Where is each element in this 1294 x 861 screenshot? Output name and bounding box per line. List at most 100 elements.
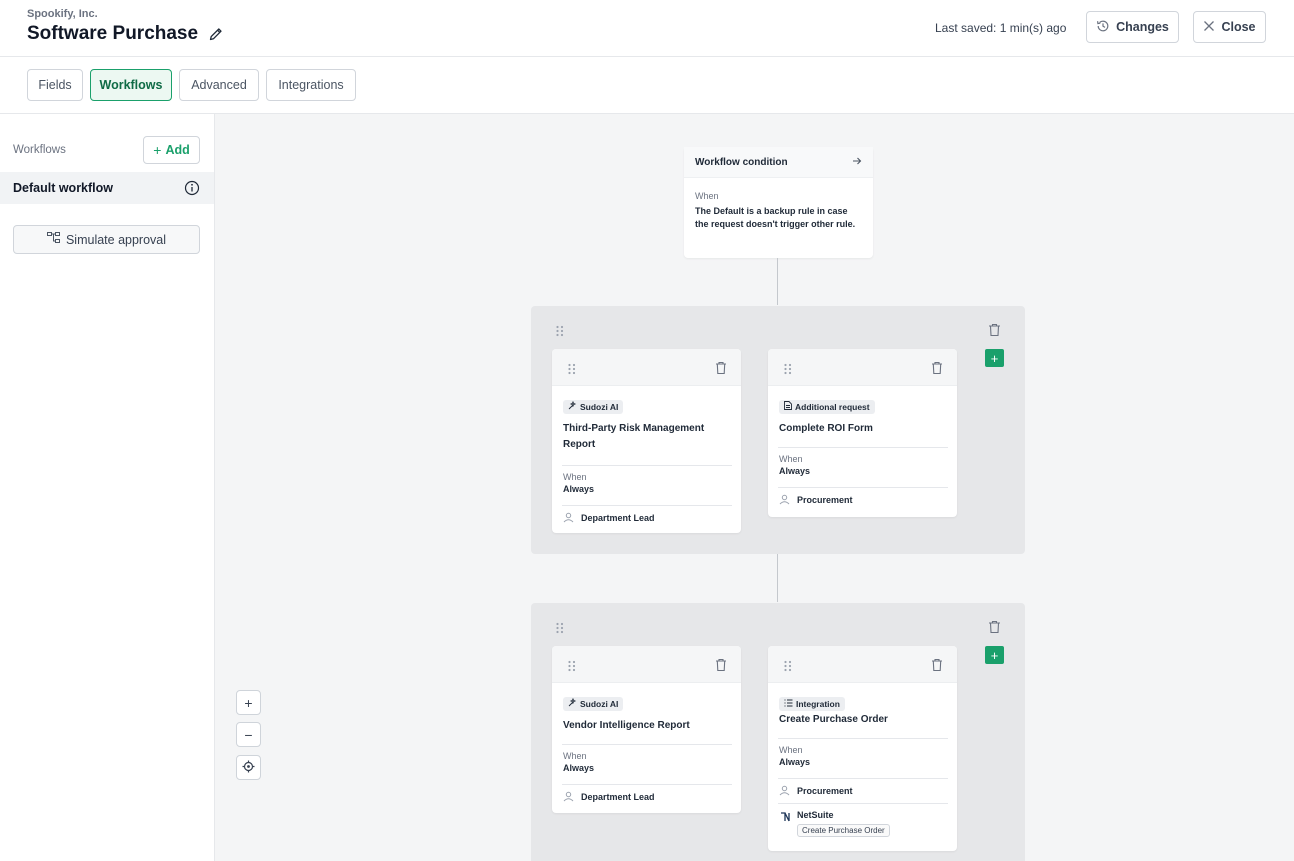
delete-group-icon[interactable] <box>988 620 1001 634</box>
add-step-button[interactable]: + <box>985 646 1004 664</box>
when-label: When <box>563 751 587 761</box>
workflow-condition-card[interactable]: Workflow condition When The Default is a… <box>684 147 873 258</box>
simulate-label: Simulate approval <box>65 232 167 247</box>
integration-action-pill: Create Purchase Order <box>797 824 890 837</box>
drag-handle-icon[interactable] <box>555 324 565 337</box>
divider <box>562 744 732 745</box>
step-card-roi-form[interactable]: Additional request Complete ROI Form Whe… <box>768 349 957 517</box>
workflows-section-label: Workflows <box>13 144 66 156</box>
document-icon <box>784 401 792 412</box>
step-title: Third-Party Risk Management Report <box>563 423 705 450</box>
when-value: Always <box>779 466 811 476</box>
flow-icon <box>46 232 60 247</box>
tab-workflows[interactable]: Workflows <box>90 69 172 101</box>
when-label: When <box>779 454 803 464</box>
drag-handle-icon[interactable] <box>783 659 793 672</box>
user-icon <box>779 494 790 507</box>
divider <box>778 738 948 739</box>
sparkle-icon <box>568 400 577 412</box>
assignee-name: Procurement <box>797 495 853 505</box>
card-toolbar <box>552 349 741 386</box>
delete-step-icon[interactable] <box>931 658 943 672</box>
step-type-badge: Integration <box>779 697 845 711</box>
target-icon <box>242 760 255 776</box>
workflow-item-label: Default workflow <box>13 181 114 195</box>
workflow-sidebar: Workflows + Add Default workflow Simulat… <box>0 114 215 861</box>
step-type-badge: Sudozi AI <box>563 696 624 711</box>
drag-handle-icon[interactable] <box>555 621 565 634</box>
changes-button[interactable]: Changes <box>1086 11 1179 43</box>
user-icon <box>563 512 574 525</box>
workflow-canvas[interactable]: + − Workflow condition When The Default … <box>215 114 1294 861</box>
sidebar-item-default-workflow[interactable]: Default workflow <box>0 172 214 204</box>
zoom-in-button[interactable]: + <box>236 690 261 715</box>
simulate-approval-button[interactable]: Simulate approval <box>13 225 200 254</box>
badge-label: Sudozi AI <box>580 401 619 412</box>
workflow-condition-header[interactable]: Workflow condition <box>684 147 873 178</box>
integration-detail: NetSuite Create Purchase Order <box>797 810 890 838</box>
when-label: When <box>779 745 803 755</box>
close-button[interactable]: Close <box>1193 11 1266 43</box>
company-name: Spookify, Inc. <box>27 8 98 20</box>
delete-step-icon[interactable] <box>715 361 727 375</box>
netsuite-logo-icon <box>779 810 791 838</box>
zoom-out-button[interactable]: − <box>236 722 261 747</box>
drag-handle-icon[interactable] <box>567 362 577 375</box>
divider <box>778 447 948 448</box>
delete-group-icon[interactable] <box>988 323 1001 337</box>
when-value: Always <box>779 757 811 767</box>
tab-integrations[interactable]: Integrations <box>266 69 356 101</box>
step-card-vendor-intelligence[interactable]: Sudozi AI Vendor Intelligence Report Whe… <box>552 646 741 813</box>
drag-handle-icon[interactable] <box>567 659 577 672</box>
assignee-row: Department Lead <box>563 785 731 809</box>
assignee-name: Department Lead <box>581 792 655 802</box>
card-toolbar <box>768 349 957 386</box>
drag-handle-icon[interactable] <box>783 362 793 375</box>
condition-description: The Default is a backup rule in case the… <box>695 206 856 229</box>
when-label: When <box>563 472 587 482</box>
add-workflow-button[interactable]: + Add <box>143 136 200 164</box>
when-value: Always <box>563 484 595 494</box>
step-title: Complete ROI Form <box>779 423 873 434</box>
card-body: Integration Create Purchase Order When A… <box>768 683 957 838</box>
workflow-condition-title: Workflow condition <box>695 156 788 168</box>
sparkle-icon <box>568 697 577 709</box>
delete-step-icon[interactable] <box>931 361 943 375</box>
integration-row: NetSuite Create Purchase Order <box>779 804 947 838</box>
divider <box>562 465 732 466</box>
info-icon[interactable] <box>184 180 200 196</box>
card-toolbar <box>552 646 741 683</box>
assignee-row: Procurement <box>779 779 947 803</box>
when-value: Always <box>563 763 595 773</box>
assignee-row: Procurement <box>779 488 947 512</box>
step-card-create-purchase-order[interactable]: Integration Create Purchase Order When A… <box>768 646 957 851</box>
step-card-third-party-risk[interactable]: Sudozi AI Third-Party Risk Management Re… <box>552 349 741 533</box>
tab-advanced[interactable]: Advanced <box>179 69 259 101</box>
connector-line <box>777 554 778 602</box>
delete-step-icon[interactable] <box>715 658 727 672</box>
recenter-button[interactable] <box>236 755 261 780</box>
tab-fields[interactable]: Fields <box>27 69 83 101</box>
arrow-right-icon <box>852 156 862 169</box>
badge-label: Sudozi AI <box>580 698 619 709</box>
last-saved-status: Last saved: 1 min(s) ago <box>935 21 1067 35</box>
add-label: Add <box>165 143 190 157</box>
step-type-badge: Sudozi AI <box>563 399 624 414</box>
step-title: Create Purchase Order <box>779 714 888 725</box>
history-icon <box>1096 19 1110 36</box>
pencil-icon[interactable] <box>208 26 224 42</box>
add-step-button[interactable]: + <box>985 349 1004 367</box>
approval-group-1[interactable]: + Sudozi AI Third-Party Risk Management … <box>531 306 1025 554</box>
badge-label: Integration <box>796 699 840 709</box>
app-header: Spookify, Inc. Software Purchase Last sa… <box>0 0 1294 57</box>
approval-group-2[interactable]: + Sudozi AI Vendor Intelligence Report W… <box>531 603 1025 861</box>
assignee-name: Procurement <box>797 786 853 796</box>
